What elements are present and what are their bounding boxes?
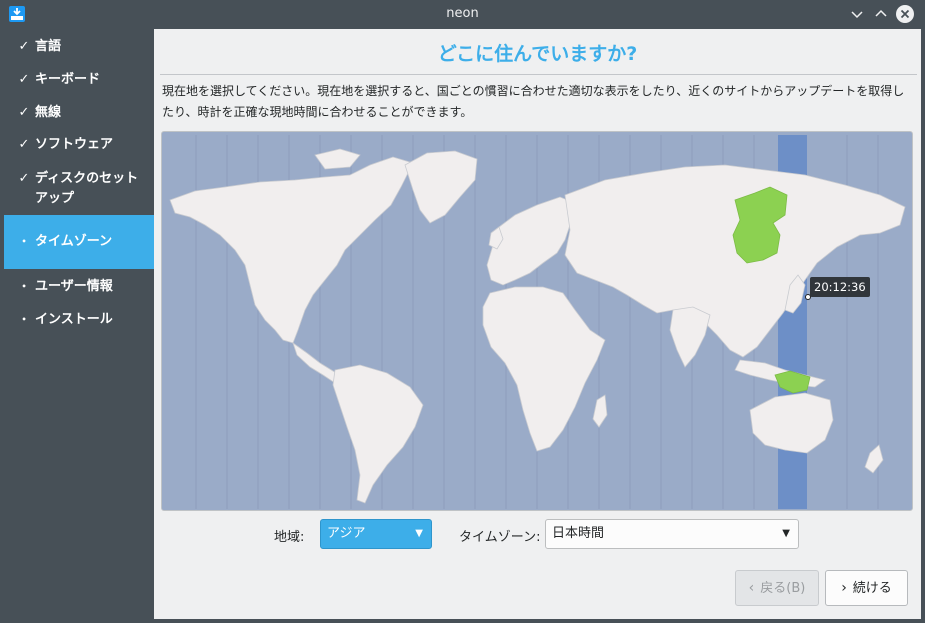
minimize-icon[interactable]: [847, 4, 867, 24]
sidebar: ✓ 言語 ✓ キーボード ✓ 無線 ✓ ソフトウェア ✓ ディスクのセットアップ…: [4, 29, 154, 619]
check-icon: ✓: [18, 39, 30, 54]
sidebar-item-label: ディスクのセットアップ: [35, 171, 139, 206]
check-icon: ✓: [18, 105, 30, 120]
check-icon: ✓: [18, 137, 30, 152]
sidebar-item-install: • インストール: [4, 310, 154, 330]
region-select[interactable]: アジア ▼: [320, 519, 432, 549]
close-icon[interactable]: [895, 4, 915, 24]
check-icon: ✓: [18, 171, 30, 186]
timezone-select[interactable]: 日本時間 ▼: [545, 519, 799, 549]
main-panel: どこに住んでいますか? 現在地を選択してください。現在地を選択すると、国ごとの慣…: [154, 29, 921, 619]
sidebar-item-language: ✓ 言語: [4, 37, 154, 57]
world-map[interactable]: [165, 135, 911, 509]
chevron-down-icon: ▼: [782, 528, 790, 539]
region-value: アジア: [327, 526, 366, 541]
sidebar-item-label: 言語: [35, 39, 62, 54]
divider: [160, 74, 917, 75]
timezone-value: 日本時間: [552, 526, 605, 541]
check-icon: ✓: [18, 72, 30, 87]
sidebar-item-keyboard: ✓ キーボード: [4, 70, 154, 90]
sidebar-item-label: ユーザー情報: [35, 279, 113, 294]
sidebar-item-label: 無線: [35, 105, 62, 120]
bullet-icon: •: [21, 315, 27, 324]
chevron-down-icon: ▼: [415, 528, 423, 539]
timezone-map[interactable]: 20:12:36: [161, 131, 913, 511]
window-title: neon: [446, 6, 479, 21]
sidebar-item-timezone: • タイムゾーン: [4, 215, 154, 269]
bullet-icon: •: [21, 282, 27, 291]
maximize-icon[interactable]: [871, 4, 891, 24]
region-label: 地域:: [274, 530, 305, 545]
title-bar: neon: [0, 0, 925, 29]
timezone-label: タイムゾーン:: [459, 530, 541, 545]
chevron-left-icon: ‹: [748, 580, 755, 596]
sidebar-item-disk-setup: ✓ ディスクのセットアップ: [4, 169, 154, 209]
sidebar-item-label: キーボード: [35, 72, 101, 87]
chevron-right-icon: ›: [841, 580, 847, 596]
page-description: 現在地を選択してください。現在地を選択すると、国ごとの慣習に合わせた適切な表示を…: [162, 84, 905, 119]
sidebar-item-software: ✓ ソフトウェア: [4, 135, 154, 155]
sidebar-item-wireless: ✓ 無線: [4, 103, 154, 123]
next-button[interactable]: › 続ける: [825, 570, 908, 606]
back-label: 戻る(B): [760, 581, 806, 596]
sidebar-item-label: タイムゾーン: [35, 234, 113, 249]
next-label: 続ける: [852, 581, 892, 596]
page-title: どこに住んでいますか?: [437, 43, 638, 65]
time-tooltip: 20:12:36: [810, 277, 870, 297]
sidebar-item-user-info: • ユーザー情報: [4, 277, 154, 297]
bullet-icon: •: [21, 237, 27, 246]
sidebar-item-label: ソフトウェア: [35, 137, 114, 152]
sidebar-item-label: インストール: [35, 312, 113, 327]
back-button[interactable]: ‹ 戻る(B): [735, 570, 819, 606]
